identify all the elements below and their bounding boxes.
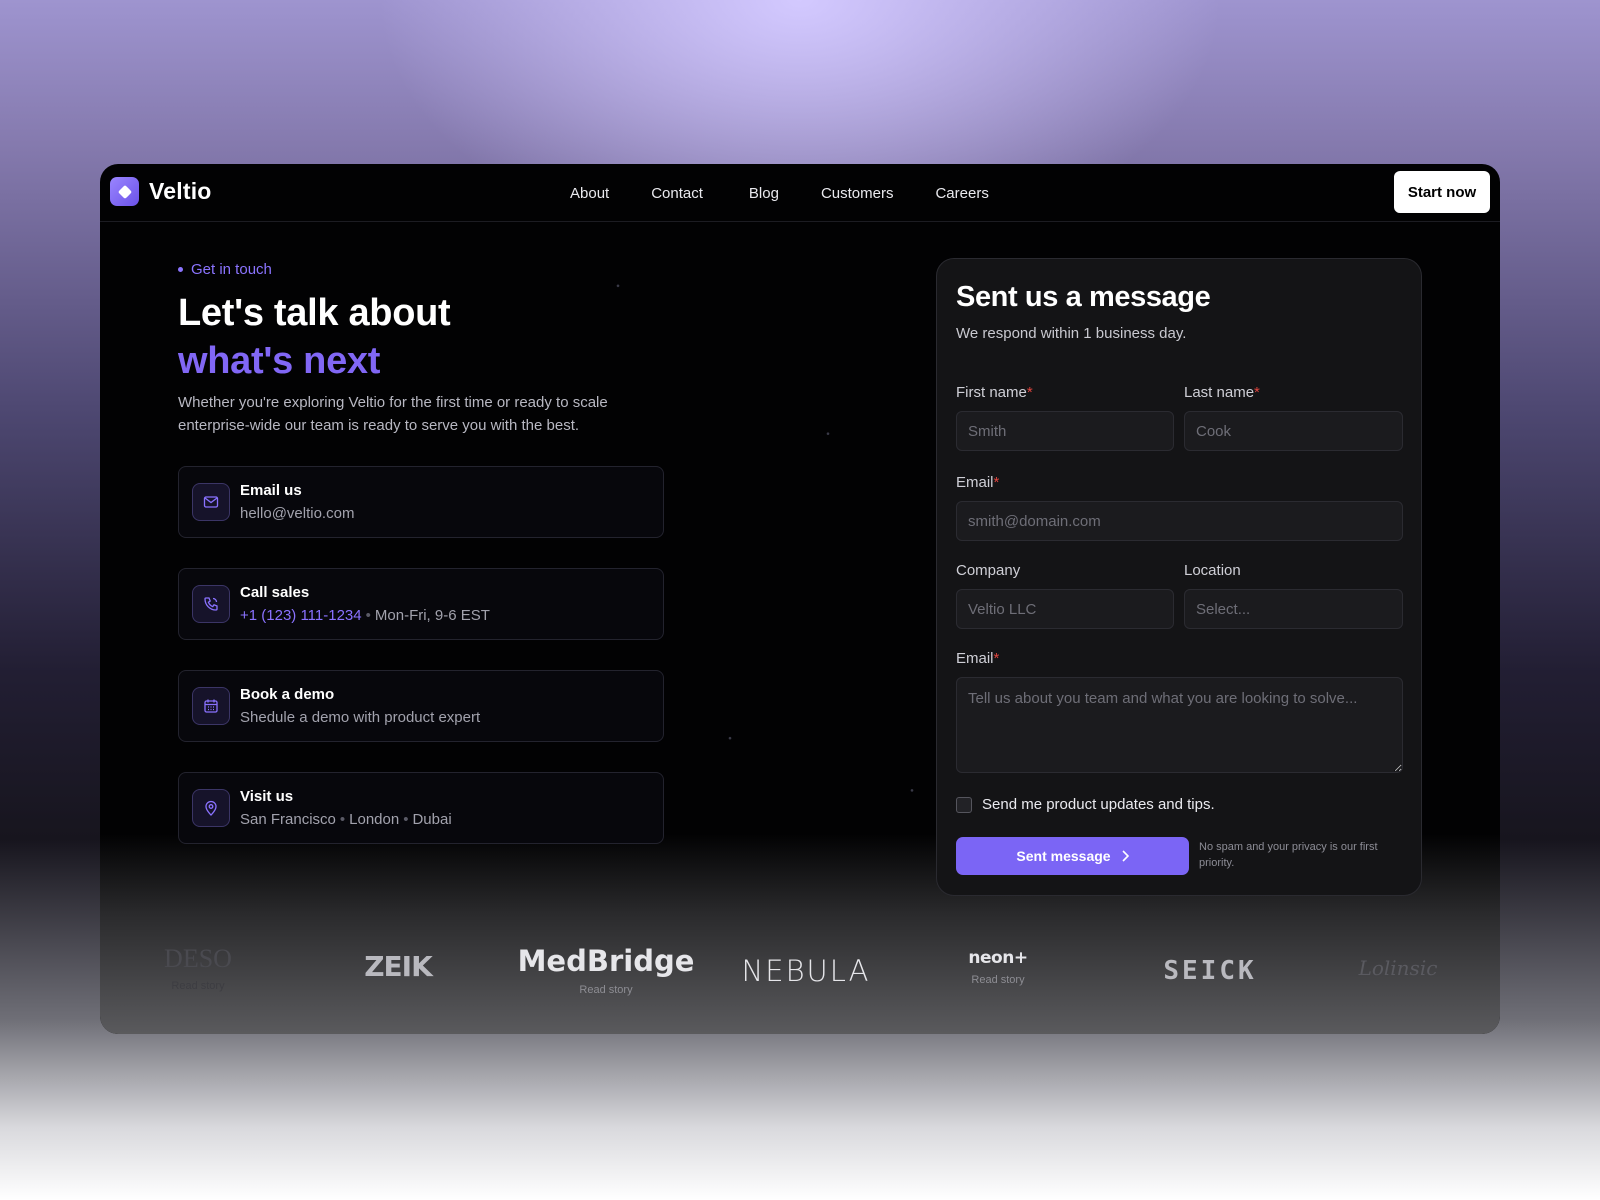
first-name-field[interactable]	[956, 411, 1174, 451]
brand-logo[interactable]: Veltio	[110, 177, 212, 206]
location-label: Location	[1184, 562, 1241, 579]
message-textarea[interactable]	[956, 677, 1403, 773]
location-select[interactable]	[1184, 589, 1403, 629]
contact-card-title: Visit us	[240, 787, 294, 805]
form-subtitle: We respond within 1 business day.	[956, 325, 1187, 342]
nav-links: About Contact Blog Customers Careers	[570, 164, 1031, 222]
app-window: Veltio About Contact Blog Customers Care…	[100, 164, 1500, 1034]
logo-neon[interactable]: neon+ Read story	[948, 948, 1048, 986]
customer-logos: DESO Read story ZEIK MedBridge Read stor…	[100, 944, 1500, 1034]
email-label: Email*	[956, 474, 1000, 491]
mail-icon	[192, 483, 230, 521]
consent-checkbox[interactable]	[956, 796, 972, 813]
logo-deso[interactable]: DESO Read story	[148, 944, 248, 992]
city: San Francisco	[240, 810, 336, 828]
nav-link-contact[interactable]: Contact	[651, 185, 703, 202]
calendar-icon	[192, 687, 230, 725]
location-pin-icon	[192, 789, 230, 827]
contact-card-title: Call sales	[240, 583, 310, 601]
contact-card-email[interactable]: Email us hello@veltio.com	[178, 466, 664, 538]
nav-link-customers[interactable]: Customers	[821, 185, 894, 202]
contact-card-demo[interactable]: Book a demo Shedule a demo with product …	[178, 670, 664, 742]
call-hours: Mon-Fri, 9-6 EST	[374, 606, 490, 624]
eyebrow-dot-icon	[178, 267, 183, 272]
company-field[interactable]	[956, 589, 1174, 629]
city: Dubai	[412, 810, 452, 828]
chevron-right-icon	[1122, 850, 1129, 862]
logo-seick[interactable]: SEICK	[1140, 956, 1280, 986]
phone-icon	[192, 585, 230, 623]
last-name-label: Last name*	[1184, 384, 1260, 401]
eyebrow: Get in touch	[178, 261, 272, 278]
contact-card-call[interactable]: Call sales +1 (123) 111-1234 • Mon-Fri, 9-…	[178, 568, 664, 640]
first-name-label: First name*	[956, 384, 1033, 401]
consent-label: Send me product updates and tips.	[982, 796, 1215, 813]
logo-lolinsic[interactable]: Lolinsic	[1348, 956, 1448, 980]
submit-button[interactable]: Sent message	[956, 837, 1189, 875]
email-field[interactable]	[956, 501, 1403, 541]
phone-link[interactable]: +1 (123) 111-1234	[240, 607, 362, 624]
logo-zeik[interactable]: ZEIK	[348, 950, 448, 983]
consent-row: Send me product updates and tips.	[956, 796, 1215, 813]
submit-label: Sent message	[1016, 848, 1111, 864]
privacy-note: No spam and your privacy is our first pr…	[1199, 841, 1378, 869]
form-title: Sent us a message	[956, 281, 1211, 313]
start-now-button[interactable]: Start now	[1394, 171, 1490, 213]
nav-link-about[interactable]: About	[570, 185, 609, 202]
city: London	[349, 810, 400, 828]
logo-medbridge[interactable]: MedBridge Read story	[516, 944, 696, 996]
page-title-line-2: what's next	[178, 340, 381, 382]
top-nav: Veltio About Contact Blog Customers Care…	[100, 164, 1500, 222]
contact-card-visit[interactable]: Visit us San Francisco • London • Dubai	[178, 772, 664, 844]
company-label: Company	[956, 562, 1021, 579]
brand-name: Veltio	[149, 178, 212, 204]
veltio-logo-icon	[110, 177, 139, 206]
logo-nebula[interactable]: NEBULA	[716, 954, 896, 988]
message-label: Email*	[956, 650, 1000, 667]
demo-description: Shedule a demo with product expert	[240, 708, 481, 726]
last-name-field[interactable]	[1184, 411, 1403, 451]
eyebrow-text: Get in touch	[191, 261, 272, 278]
contact-card-title: Email us	[240, 481, 302, 499]
nav-link-careers[interactable]: Careers	[935, 185, 988, 202]
lead-text: Whether you're exploring Veltio for the …	[178, 394, 608, 434]
nav-link-blog[interactable]: Blog	[749, 185, 779, 202]
contact-form: Sent us a message We respond within 1 bu…	[936, 258, 1422, 896]
page-title-line-1: Let's talk about	[178, 292, 451, 334]
contact-card-title: Book a demo	[240, 685, 335, 703]
email-link[interactable]: hello@veltio.com	[240, 502, 354, 525]
page-title: Let's talk about what's next	[178, 289, 451, 385]
